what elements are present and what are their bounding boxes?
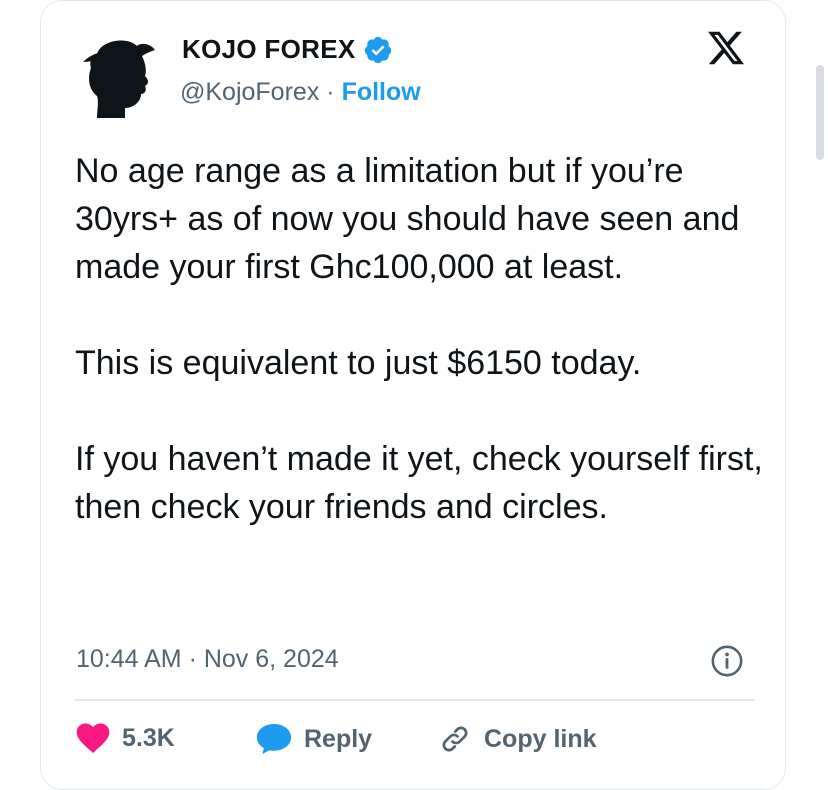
tweet-paragraph: If you haven’t made it yet, check yourse… (75, 440, 763, 526)
scrollbar[interactable] (816, 65, 824, 160)
reply-label: Reply (304, 724, 373, 753)
speech-bubble-icon (256, 724, 292, 754)
handle-separator: · (326, 78, 335, 106)
info-icon[interactable] (710, 644, 744, 678)
handle-row: @KojoForex · Follow (180, 78, 421, 107)
reply-button[interactable]: Reply (256, 722, 372, 756)
heart-icon (76, 723, 110, 754)
author-handle[interactable]: @KojoForex (180, 78, 319, 106)
verified-badge-icon (365, 36, 392, 63)
tweet-paragraph: This is equivalent to just $6150 today. (75, 344, 642, 382)
copy-link-label: Copy link (484, 724, 597, 753)
like-count: 5.3K (122, 723, 175, 752)
author-name[interactable]: KOJO FOREX (182, 34, 355, 65)
action-bar: 5.3K Reply Copy link (76, 722, 756, 762)
avatar[interactable] (75, 32, 163, 120)
author-name-row: KOJO FOREX (182, 34, 393, 65)
copy-link-button[interactable]: Copy link (438, 722, 597, 756)
tweet-timestamp[interactable]: 10:44 AM · Nov 6, 2024 (76, 645, 339, 674)
divider (75, 699, 755, 701)
tweet-paragraph: No age range as a limitation but if you’… (75, 152, 740, 286)
x-logo-icon[interactable] (706, 28, 746, 68)
like-button[interactable]: 5.3K (76, 722, 175, 754)
follow-button[interactable]: Follow (342, 78, 421, 106)
link-icon (442, 726, 468, 752)
tweet-text: No age range as a limitation but if you’… (75, 147, 765, 531)
